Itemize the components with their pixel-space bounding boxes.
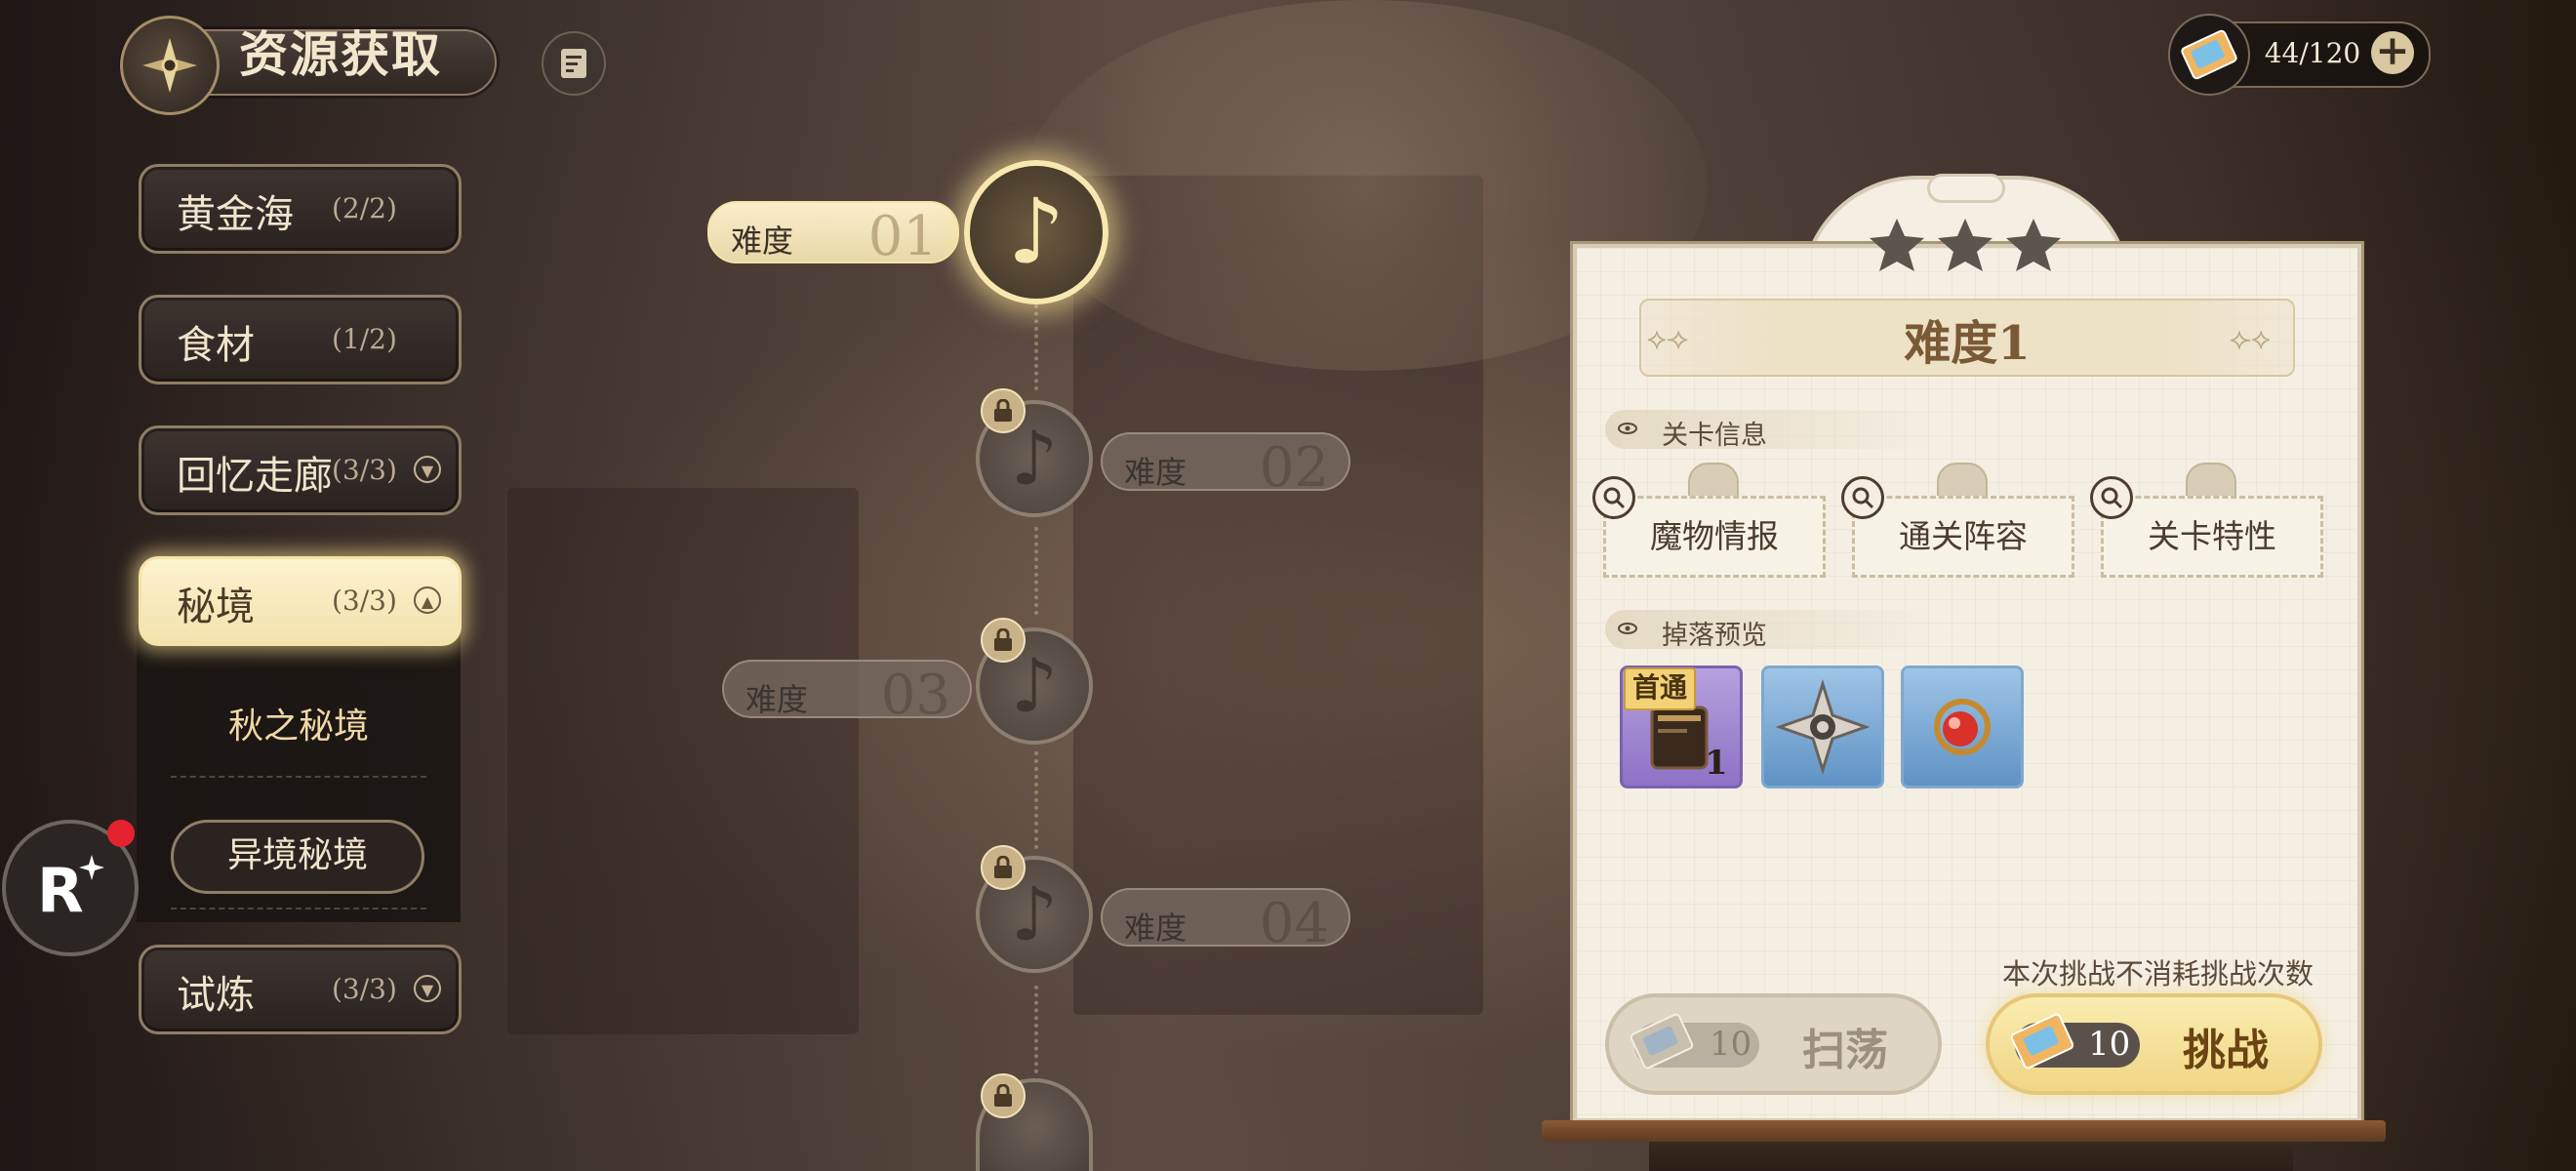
red-gem-icon [1934, 699, 1992, 755]
lock-icon [981, 388, 1026, 433]
star-empty-icon [1938, 219, 1992, 271]
menu-item-label: 秘境 [177, 585, 255, 629]
menu-item-secret-realm[interactable]: 秘境 (3/3) ▲ [139, 556, 462, 646]
star-empty-icon [1870, 219, 1924, 271]
drop-quantity: 1 [1705, 744, 1728, 783]
difficulty-tag-02[interactable]: 难度 02 [1101, 432, 1350, 500]
menu-item-label: 回忆走廊 [177, 454, 333, 499]
submenu-item-otherworld-realm[interactable]: 异境秘境 [171, 820, 424, 894]
clear-lineup-button[interactable]: 通关阵容 [1852, 496, 2074, 578]
difficulty-node-01[interactable]: ♪ [964, 160, 1108, 304]
menu-item-memory-corridor[interactable]: 回忆走廊 (3/3) ▼ [139, 425, 462, 515]
difficulty-tag-03[interactable]: 难度 03 [722, 660, 972, 727]
difficulty-tag-01[interactable]: 难度 01 [707, 201, 959, 268]
stamina-ticket-icon [2010, 1013, 2074, 1070]
background-bookshelf [507, 488, 859, 1034]
magnifier-icon [1592, 476, 1635, 519]
menu-item-count: (2/2) [332, 192, 397, 224]
menu-item-count: (1/2) [332, 323, 397, 355]
chevron-down-icon: ▼ [414, 975, 441, 1002]
sweep-label: 扫荡 [1802, 1026, 1888, 1075]
stage-features-button[interactable]: 关卡特性 [2101, 496, 2323, 578]
menu-item-label: 食材 [177, 323, 255, 368]
stamina-ticket-icon [1630, 1013, 1694, 1070]
notification-dot [107, 820, 135, 847]
menu-item-trial[interactable]: 试炼 (3/3) ▼ [139, 945, 462, 1034]
magnifier-icon [1841, 476, 1884, 519]
first-clear-badge: 首通 [1624, 667, 1696, 710]
lock-icon [981, 618, 1026, 663]
monster-info-button[interactable]: 魔物情报 [1603, 496, 1826, 578]
panel-ribbon-ornament [1927, 174, 2005, 203]
menu-item-golden-sea[interactable]: 黄金海 (2/2) [139, 164, 462, 254]
menu-item-count: (3/3) [332, 454, 397, 486]
challenge-note: 本次挑战不消耗挑战次数 [2002, 957, 2314, 990]
easel-stand [1649, 1140, 2293, 1171]
stamina-value: 44/120 [2264, 37, 2361, 69]
difficulty-number: 01 [867, 205, 938, 268]
path-connector [1034, 986, 1038, 1073]
music-note-icon: ♪ [1010, 415, 1059, 502]
difficulty-tag-04[interactable]: 难度 04 [1101, 888, 1350, 955]
drop-item-gem[interactable] [1901, 666, 2024, 788]
difficulty-number: 04 [1259, 892, 1329, 955]
difficulty-label: 难度 [1124, 454, 1187, 491]
document-icon [561, 49, 586, 78]
music-note-icon: ♪ [1007, 180, 1066, 284]
section-header-drop-preview: 掉落预览 [1605, 610, 1937, 651]
submenu-divider [171, 908, 426, 909]
easel-base [1542, 1120, 2386, 1142]
menu-item-label: 黄金海 [177, 192, 294, 237]
flower-emblem-icon [1775, 678, 1871, 776]
page-title: 资源获取 [239, 25, 442, 83]
eye-icon [1618, 623, 1637, 634]
menu-item-ingredients[interactable]: 食材 (1/2) [139, 295, 462, 384]
submenu-item-autumn-realm[interactable]: 秋之秘境 [137, 698, 461, 748]
back-button[interactable] [120, 16, 220, 115]
section-title: 掉落预览 [1662, 621, 1767, 651]
svg-text:R: R [37, 855, 84, 926]
challenge-cost: 10 [2088, 1025, 2131, 1064]
stage-title: 难度1 [1904, 316, 2031, 371]
info-document-button[interactable] [542, 31, 606, 96]
magnifier-icon [2090, 476, 2133, 519]
r-sparkle-icon: R [37, 855, 104, 926]
path-connector [1034, 527, 1038, 615]
add-stamina-button[interactable]: + [2371, 30, 2414, 74]
stamina-ticket-icon [2168, 14, 2250, 96]
chevron-up-icon: ▲ [414, 586, 441, 614]
difficulty-label: 难度 [731, 222, 794, 260]
lock-icon [981, 1073, 1026, 1118]
menu-item-count: (3/3) [332, 973, 397, 1005]
section-header-stage-info: 关卡信息 [1605, 410, 1937, 451]
music-note-icon: ♪ [1010, 870, 1059, 957]
path-connector [1034, 751, 1038, 849]
star-empty-icon [2006, 219, 2061, 271]
drop-item-emblem[interactable] [1761, 666, 1884, 788]
difficulty-label: 难度 [745, 681, 809, 718]
sweep-cost: 10 [1710, 1025, 1752, 1064]
music-note-icon: ♪ [1010, 642, 1059, 729]
difficulty-number: 02 [1259, 436, 1329, 500]
lock-icon [981, 845, 1026, 890]
path-connector [1034, 304, 1038, 390]
menu-item-label: 试炼 [177, 973, 255, 1018]
difficulty-label: 难度 [1124, 909, 1187, 947]
section-title: 关卡信息 [1662, 421, 1767, 451]
menu-item-count: (3/3) [332, 585, 397, 617]
eye-icon [1618, 423, 1637, 434]
submenu-divider [171, 776, 426, 778]
challenge-label: 挑战 [2183, 1026, 2269, 1075]
difficulty-number: 03 [880, 664, 950, 727]
chevron-down-icon: ▼ [414, 456, 441, 483]
compass-emblem-icon [142, 38, 197, 93]
